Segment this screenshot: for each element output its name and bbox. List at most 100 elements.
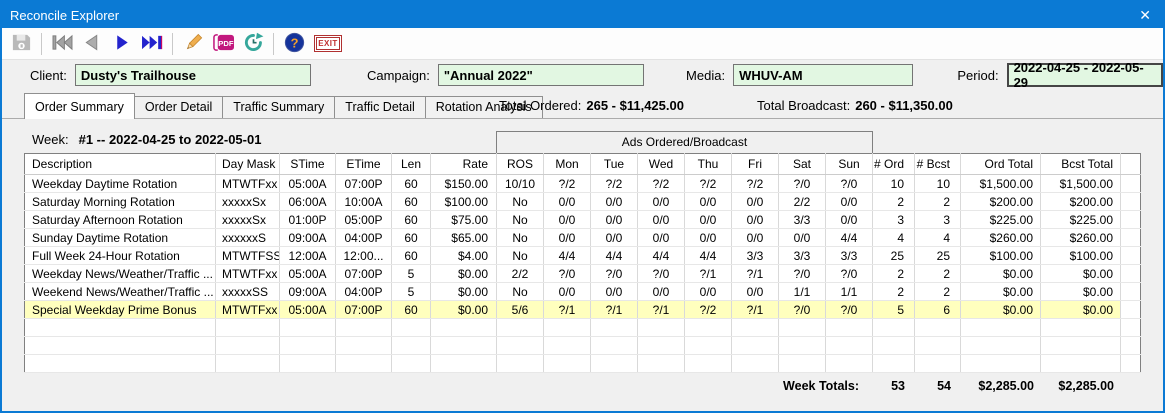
table-cell: 10	[915, 175, 961, 193]
table-cell: 12:00...	[336, 247, 392, 265]
last-record-button[interactable]	[137, 30, 167, 58]
tab-traffic-detail[interactable]: Traffic Detail	[335, 96, 425, 118]
week-totals-table: Week Totals: 53 54 $2,285.00 $2,285.00	[24, 375, 1141, 397]
campaign-field[interactable]: "Annual 2022"	[438, 64, 644, 86]
table-cell	[216, 337, 280, 355]
column-header[interactable]: STime	[280, 154, 336, 175]
table-cell	[961, 355, 1041, 373]
pdf-export-button[interactable]: PDF	[208, 30, 238, 58]
week-totals-row: Week Totals: 53 54 $2,285.00 $2,285.00	[24, 375, 1141, 397]
tab-order-detail[interactable]: Order Detail	[135, 96, 223, 118]
table-cell: 05:00A	[280, 301, 336, 319]
table-cell: 0/0	[685, 229, 732, 247]
table-cell: 1/1	[779, 283, 826, 301]
first-record-button[interactable]	[47, 30, 77, 58]
column-header[interactable]: Ord Total	[961, 154, 1041, 175]
revert-history-button[interactable]	[238, 30, 268, 58]
table-cell	[497, 337, 544, 355]
next-record-button[interactable]	[107, 30, 137, 58]
column-header[interactable]: Bcst Total	[1041, 154, 1121, 175]
table-cell	[638, 355, 685, 373]
edit-button[interactable]	[178, 30, 208, 58]
spacer-cell	[1121, 375, 1141, 397]
toolbar-separator	[273, 33, 274, 55]
empty-table-row[interactable]	[25, 355, 1141, 373]
table-cell: No	[497, 247, 544, 265]
column-header[interactable]: Rate	[431, 154, 497, 175]
column-header[interactable]: Description	[25, 154, 216, 175]
table-cell: Saturday Afternoon Rotation	[25, 211, 216, 229]
tab-strip: Order Summary Order Detail Traffic Summa…	[2, 93, 1163, 119]
table-cell	[873, 337, 915, 355]
table-cell: 60	[392, 229, 431, 247]
table-row[interactable]: Full Week 24-Hour RotationMTWTFSS12:00A1…	[25, 247, 1141, 265]
table-cell: ?/2	[591, 175, 638, 193]
table-cell: $100.00	[961, 247, 1041, 265]
table-cell	[915, 337, 961, 355]
table-row[interactable]: Saturday Morning RotationxxxxxSx06:00A10…	[25, 193, 1141, 211]
column-header[interactable]: Thu	[685, 154, 732, 175]
table-cell	[915, 319, 961, 337]
column-header[interactable]: # Ord	[873, 154, 915, 175]
table-cell: Weekend News/Weather/Traffic ...	[25, 283, 216, 301]
client-field[interactable]: Dusty's Trailhouse	[75, 64, 311, 86]
table-cell	[961, 319, 1041, 337]
table-cell	[280, 337, 336, 355]
empty-table-row[interactable]	[25, 337, 1141, 355]
table-row[interactable]: Weekday News/Weather/Traffic ...MTWTFxx0…	[25, 265, 1141, 283]
table-cell	[336, 319, 392, 337]
table-cell: $4.00	[431, 247, 497, 265]
table-cell	[638, 319, 685, 337]
previous-record-button[interactable]	[77, 30, 107, 58]
week-total-ord: 53	[873, 375, 915, 397]
table-cell	[638, 337, 685, 355]
column-header[interactable]: Fri	[732, 154, 779, 175]
table-cell: 0/0	[544, 229, 591, 247]
exit-button[interactable]: EXIT	[309, 30, 347, 58]
column-header[interactable]: # Bcst	[915, 154, 961, 175]
table-cell	[336, 337, 392, 355]
total-broadcast: Total Broadcast:260 - $11,350.00	[757, 98, 953, 113]
column-header[interactable]: Sat	[779, 154, 826, 175]
close-icon[interactable]: ✕	[1139, 8, 1151, 22]
column-header[interactable]: Tue	[591, 154, 638, 175]
table-cell	[216, 319, 280, 337]
column-header[interactable]: ETime	[336, 154, 392, 175]
column-header[interactable]: Wed	[638, 154, 685, 175]
table-row[interactable]: Sunday Daytime RotationxxxxxxS09:00A04:0…	[25, 229, 1141, 247]
table-cell	[1121, 337, 1141, 355]
table-cell	[591, 337, 638, 355]
table-cell	[1121, 175, 1141, 193]
save-button[interactable]	[6, 30, 36, 58]
table-cell: MTWTFSS	[216, 247, 280, 265]
tab-traffic-summary[interactable]: Traffic Summary	[223, 96, 335, 118]
svg-text:?: ?	[290, 35, 298, 50]
table-row[interactable]: Weekend News/Weather/Traffic ...xxxxxSS0…	[25, 283, 1141, 301]
reconcile-explorer-window: Reconcile Explorer ✕ PDF ?	[0, 0, 1165, 413]
media-field[interactable]: WHUV-AM	[733, 64, 913, 86]
table-row[interactable]: Weekday Daytime RotationMTWTFxx05:00A07:…	[25, 175, 1141, 193]
column-header[interactable]: Mon	[544, 154, 591, 175]
table-cell: ?/2	[638, 175, 685, 193]
table-cell: ?/0	[591, 265, 638, 283]
table-row[interactable]: Special Weekday Prime BonusMTWTFxx05:00A…	[25, 301, 1141, 319]
table-cell: 3	[873, 211, 915, 229]
column-header[interactable]: ROS	[497, 154, 544, 175]
table-cell: 4/4	[685, 247, 732, 265]
table-cell: 2	[873, 283, 915, 301]
table-cell: 25	[915, 247, 961, 265]
table-cell: 60	[392, 211, 431, 229]
table-cell	[1121, 283, 1141, 301]
table-row[interactable]: Saturday Afternoon RotationxxxxxSx01:00P…	[25, 211, 1141, 229]
help-button[interactable]: ?	[279, 30, 309, 58]
table-cell: 0/0	[544, 193, 591, 211]
empty-table-row[interactable]	[25, 319, 1141, 337]
tab-order-summary[interactable]: Order Summary	[24, 93, 135, 119]
period-field[interactable]: 2022-04-25 - 2022-05-29	[1007, 63, 1163, 87]
table-cell: $0.00	[431, 301, 497, 319]
column-header[interactable]: Sun	[826, 154, 873, 175]
table-cell: 3/3	[826, 247, 873, 265]
table-cell: 2/2	[497, 265, 544, 283]
column-header[interactable]: Day Mask	[216, 154, 280, 175]
column-header[interactable]: Len	[392, 154, 431, 175]
